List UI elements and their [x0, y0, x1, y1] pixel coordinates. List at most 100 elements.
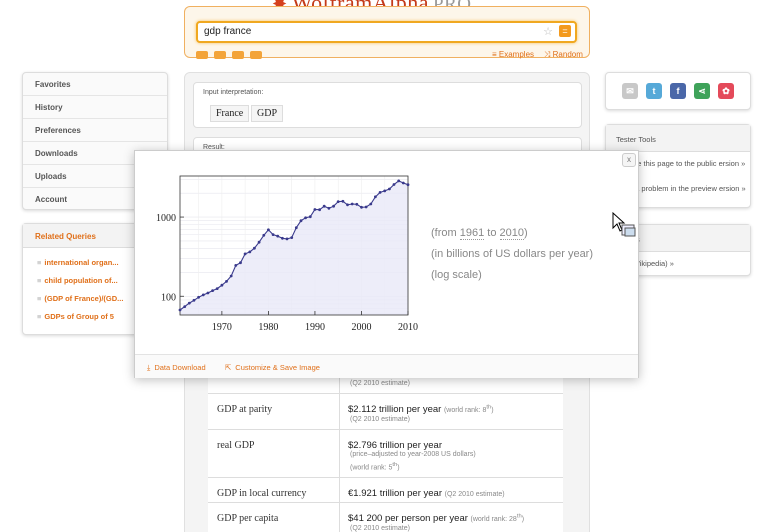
- data-point: [313, 208, 317, 211]
- x-tick-label: 2000: [351, 322, 371, 333]
- facebook-icon[interactable]: f: [670, 83, 686, 99]
- data-point: [276, 234, 280, 238]
- plot-notes: (from 1961 to 2010) (in billions of US d…: [431, 223, 593, 286]
- data-point: [215, 287, 219, 290]
- x-tick-label: 1970: [212, 322, 232, 333]
- data-point: [234, 264, 238, 267]
- export-icon: ⇱: [225, 363, 232, 372]
- y-tick-label: 100: [161, 292, 176, 303]
- data-point: [332, 204, 335, 208]
- data-point: [388, 187, 391, 191]
- close-button[interactable]: x: [622, 153, 636, 167]
- copy-image-icon: [621, 224, 636, 237]
- year-range-note: (from 1961 to 2010): [431, 227, 528, 240]
- twitter-icon[interactable]: t: [646, 83, 662, 99]
- data-point: [267, 228, 270, 232]
- data-point: [308, 215, 312, 219]
- data-point: [369, 202, 373, 206]
- units-note: (in billions of US dollars per year): [431, 248, 594, 260]
- tester-tools-title: Tester Tools: [606, 125, 750, 152]
- enlarged-plot-popup: x 1970 1980 1990 2000 2010 100 1000 (from 1961…: [134, 150, 639, 378]
- email-icon[interactable]: ✉: [622, 83, 638, 99]
- data-point: [257, 240, 261, 244]
- data-point: [192, 298, 196, 302]
- data-point: [299, 219, 303, 223]
- data-point: [290, 236, 294, 239]
- data-point: [281, 236, 284, 240]
- table-row: GDP in local currency €1.921 trillion pe…: [208, 478, 563, 503]
- y-tick-label: 1000: [156, 213, 176, 224]
- random-link[interactable]: ⤨ Random: [544, 50, 583, 59]
- data-point: [225, 280, 228, 283]
- scale-note: (log scale): [431, 269, 482, 281]
- data-point: [229, 274, 233, 278]
- data-point: [271, 233, 275, 236]
- gdp-table: (Q2 2010 estimate) GDP at parity $2.112 …: [208, 378, 563, 532]
- data-point: [239, 261, 242, 265]
- table-row: GDP per capita $41 200 per person per ye…: [208, 503, 563, 532]
- examples-link[interactable]: ≡ Examples: [492, 50, 534, 59]
- to-year[interactable]: 2010: [499, 227, 524, 240]
- gdp-chart: 1970 1980 1990 2000 2010 100 1000: [156, 175, 418, 333]
- camera-icon[interactable]: [214, 51, 226, 59]
- data-point: [262, 233, 266, 237]
- data-point: [341, 199, 345, 203]
- submit-equals-button[interactable]: =: [559, 25, 571, 37]
- nav-preferences[interactable]: Preferences: [23, 119, 167, 142]
- data-point: [285, 237, 289, 241]
- input-mode-icons: [196, 51, 262, 61]
- from-year[interactable]: 1961: [459, 227, 485, 240]
- data-point: [322, 204, 326, 208]
- data-point: [350, 202, 354, 206]
- data-point: [397, 179, 401, 183]
- data-point: [187, 301, 191, 305]
- data-point: [294, 226, 298, 230]
- data-point: [220, 283, 224, 287]
- pod-title: Input interpretation:: [203, 89, 264, 96]
- share-panel: ✉ t f ⋖ ✿: [605, 72, 751, 110]
- data-point: [253, 246, 256, 250]
- data-point: [378, 191, 382, 194]
- nav-favorites[interactable]: Favorites: [23, 73, 167, 96]
- data-point: [211, 289, 214, 292]
- data-point: [197, 295, 200, 299]
- header-links: ≡ Examples ⤨ Random: [482, 50, 583, 60]
- data-point: [401, 181, 405, 185]
- download-icon: ⤓: [147, 363, 151, 372]
- interpretation-gdp: GDP: [251, 105, 284, 122]
- data-point: [360, 205, 363, 209]
- data-point: [201, 293, 205, 297]
- favorite-star-icon[interactable]: ☆: [543, 25, 553, 38]
- data-point: [336, 200, 340, 203]
- data-point: [406, 183, 410, 187]
- data-point: [383, 189, 387, 193]
- data-point: [355, 202, 359, 206]
- table-row: real GDP $2.796 trillion per year (price…: [208, 430, 563, 478]
- nav-history[interactable]: History: [23, 96, 167, 119]
- data-point: [243, 252, 247, 256]
- data-point: [178, 308, 182, 312]
- data-point: [346, 203, 349, 207]
- data-download-link[interactable]: ⤓ Data Download: [147, 363, 206, 373]
- data-point: [248, 250, 252, 254]
- upload-icon[interactable]: [232, 51, 244, 59]
- popup-footer: ⤓ Data Download ⇱ Customize & Save Image: [135, 354, 638, 378]
- x-tick-label: 2010: [398, 322, 418, 333]
- language-icon[interactable]: [250, 51, 262, 59]
- x-tick-label: 1980: [258, 322, 278, 333]
- area-fill: [180, 180, 408, 315]
- data-point: [374, 195, 377, 199]
- interpretation-france: France: [210, 105, 250, 122]
- data-point: [392, 183, 396, 186]
- search-input[interactable]: gdp france ☆ =: [196, 21, 577, 43]
- input-interpretation-pod: Input interpretation: France GDP: [193, 82, 582, 128]
- data-point: [318, 208, 321, 212]
- data-point: [364, 205, 368, 209]
- keyboard-icon[interactable]: [196, 51, 208, 59]
- settings-icon[interactable]: ✿: [718, 83, 734, 99]
- data-point: [183, 305, 187, 308]
- share-icon[interactable]: ⋖: [694, 83, 710, 99]
- data-point: [206, 291, 210, 295]
- customize-save-link[interactable]: ⇱ Customize & Save Image: [225, 363, 320, 372]
- table-row: GDP at parity $2.112 trillion per year (…: [208, 394, 563, 430]
